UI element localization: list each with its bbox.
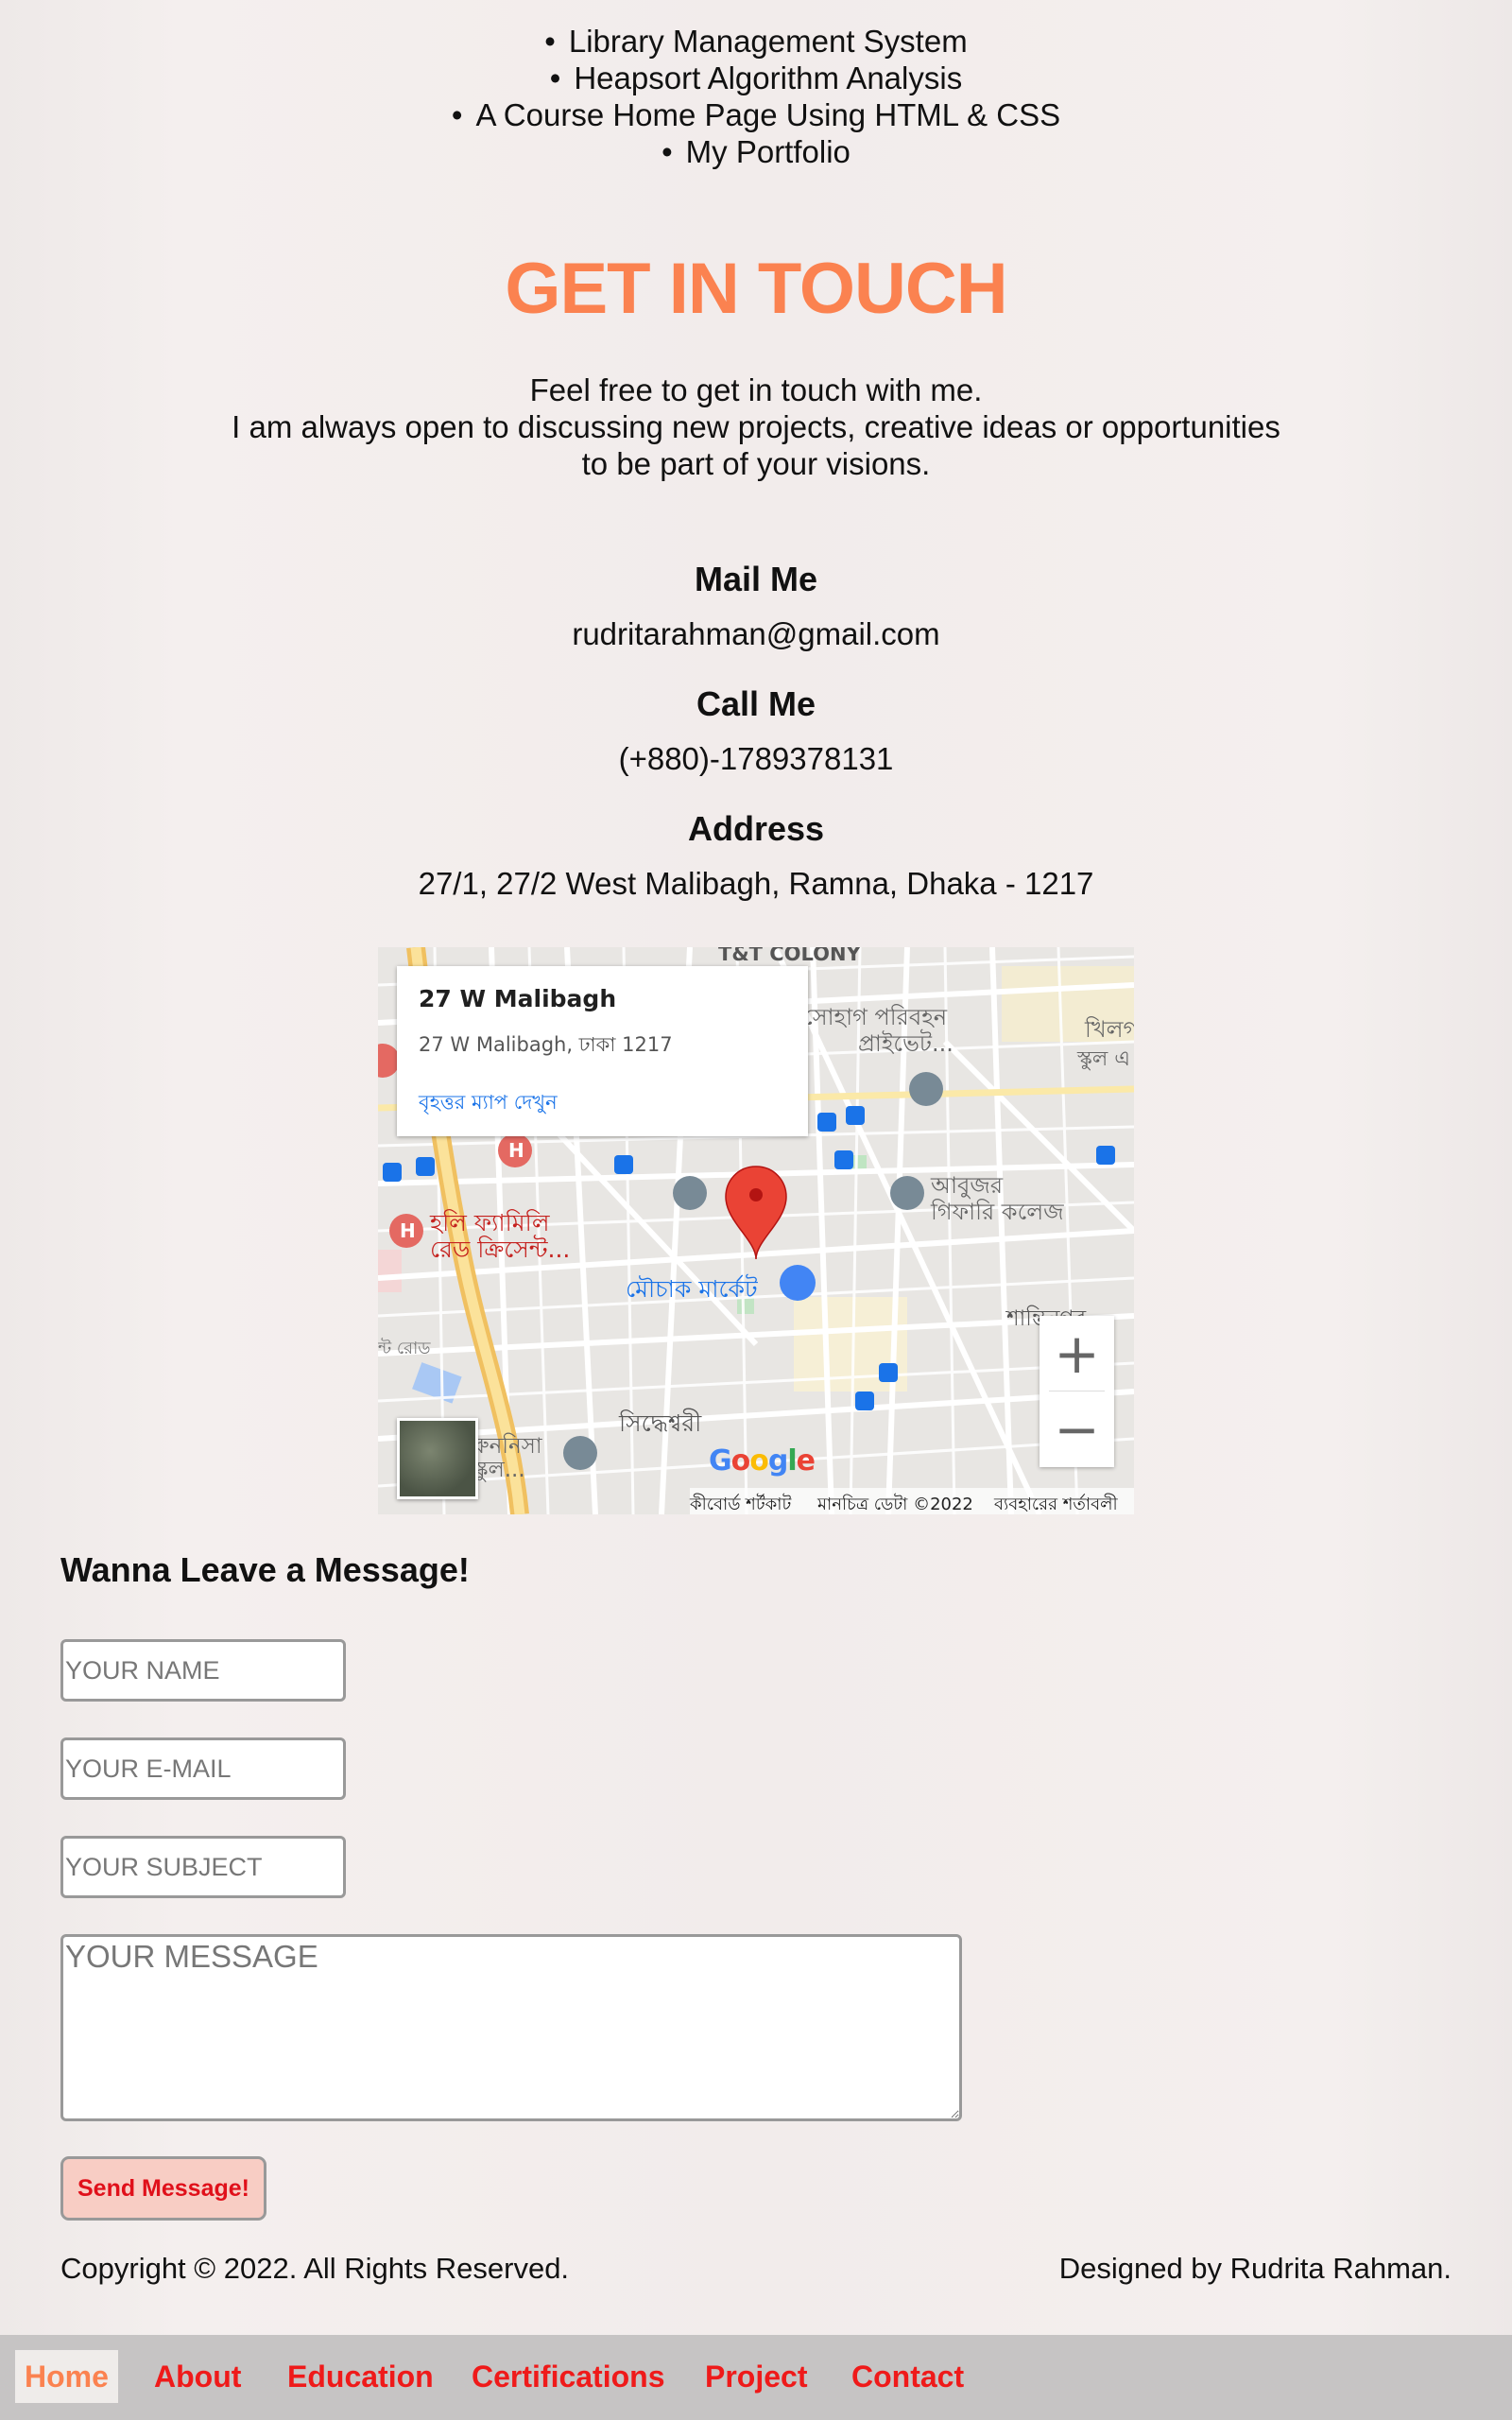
message-heading: Wanna Leave a Message! [60,1550,470,1589]
google-logo: Google [709,1444,816,1478]
zoom-divider [1049,1391,1105,1392]
zoom-out-button[interactable]: − [1040,1392,1114,1467]
map-data-text: মানচিত্র ডেটা ©2022 [817,1495,973,1514]
project-item: A Course Home Page Using HTML & CSS [0,96,1512,133]
project-item: My Portfolio [0,133,1512,170]
intro-line: I am always open to discussing new proje… [232,409,1280,481]
email-field[interactable] [60,1737,346,1800]
place-address: 27 W Malibagh, ঢাকা 1217 [419,1033,673,1056]
bottom-nav: Home About Education Certifications Proj… [0,2335,1512,2420]
zoom-control: + − [1040,1316,1114,1467]
place-card: 27 W Malibagh 27 W Malibagh, ঢাকা 1217 ব… [397,966,808,1136]
address-value: 27/1, 27/2 West Malibagh, Ramna, Dhaka -… [418,866,1094,901]
mail-heading: Mail Me [694,560,818,598]
designer-credit: Designed by Rudrita Rahman. [1058,2252,1452,2285]
keyboard-shortcuts-link[interactable]: কীবোর্ড শর্টকাট [690,1491,791,1514]
address-heading: Address [687,809,825,848]
map-label: রুননিসা [472,1433,542,1459]
larger-map-link[interactable]: বৃহত্তর ম্যাপ দেখুন [419,1087,558,1120]
nav-project[interactable]: Project [696,2350,816,2403]
intro-text: Feel free to get in touch with me. I am … [217,372,1295,482]
map-attribution: কীবোর্ড শর্টকাট মানচিত্র ডেটা ©2022 ব্যব… [690,1488,1134,1514]
map-label: খিলগ [1084,1016,1134,1043]
intro-line: Feel free to get in touch with me. [529,372,983,407]
map-label: ন্ট রোড [378,1338,431,1358]
project-item: Library Management System [0,23,1512,60]
copyright-text: Copyright © 2022. All Rights Reserved. [60,2252,570,2285]
satellite-toggle[interactable] [397,1418,478,1499]
map-label: রেড ক্রিসেন্ট... [430,1235,570,1263]
svg-text:H: H [508,1139,524,1162]
call-value: (+880)-1789378131 [618,741,894,776]
section-title: GET IN TOUCH [505,249,1007,329]
terms-link[interactable]: ব্যবহারের শর্তাবলী [994,1491,1118,1514]
map-label: স্কুল এ [1076,1047,1130,1071]
map-label: আবুজর [930,1172,1004,1199]
zoom-in-button[interactable]: + [1040,1316,1114,1392]
message-field[interactable] [60,1934,962,2121]
map-label: গিফারি কলেজ [930,1199,1064,1225]
map-label-colony: T&T COLONY [718,947,862,965]
place-title: 27 W Malibagh [419,985,617,1012]
subject-field[interactable] [60,1836,346,1898]
call-heading: Call Me [696,684,816,723]
send-message-button[interactable]: Send Message! [60,2156,266,2221]
map-label: হলি ফ্যামিলি [429,1209,550,1236]
map-label: প্রাইভেট... [858,1029,954,1057]
nav-about[interactable]: About [145,2350,250,2403]
nav-certifications[interactable]: Certifications [462,2350,674,2403]
project-item: Heapsort Algorithm Analysis [0,60,1512,96]
nav-home[interactable]: Home [15,2350,118,2403]
nav-contact[interactable]: Contact [842,2350,973,2403]
svg-text:H: H [400,1219,416,1242]
project-list: Library Management System Heapsort Algor… [0,23,1512,170]
nav-education[interactable]: Education [278,2350,443,2403]
map-label: সিদ্ধেশ্বরী [618,1409,702,1437]
name-field[interactable] [60,1639,346,1702]
mail-value: rudritarahman@gmail.com [572,616,940,651]
map-label: স্কুল... [472,1458,525,1482]
google-map[interactable]: H H T&T COLONY সোহাগ পরিবহন প্রাইভেট... আ… [378,947,1134,1514]
map-label: মৌচাক মার্কেট [626,1274,758,1303]
map-label: সোহাগ পরিবহন [803,1004,948,1030]
